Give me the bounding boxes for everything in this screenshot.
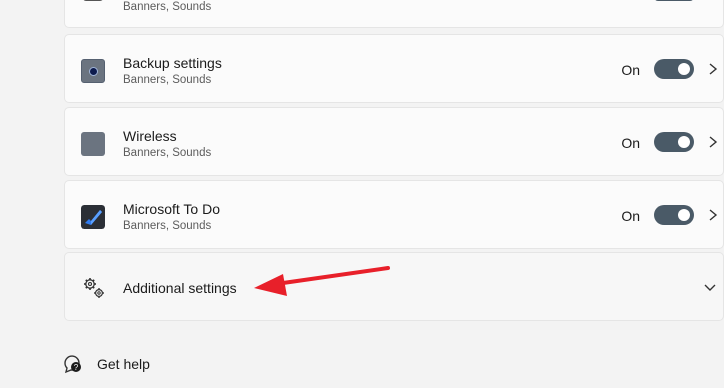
- toggle-state-label: On: [621, 135, 640, 151]
- additional-settings-label: Additional settings: [123, 280, 237, 296]
- toggle-switch[interactable]: [654, 59, 694, 79]
- chevron-right-icon[interactable]: [705, 130, 723, 154]
- toggle-switch[interactable]: [654, 0, 694, 1]
- gears-icon: [84, 278, 104, 298]
- app-subtitle: Banners, Sounds: [123, 1, 212, 13]
- svg-text:?: ?: [74, 363, 79, 372]
- notification-app-row-todo[interactable]: Microsoft To Do Banners, Sounds On: [64, 180, 724, 249]
- wireless-icon: [81, 132, 105, 156]
- app-icon-partial: [83, 0, 103, 1]
- toggle-switch[interactable]: [654, 205, 694, 225]
- notification-app-row-backup[interactable]: Backup settings Banners, Sounds On: [64, 34, 724, 103]
- app-subtitle: Banners, Sounds: [123, 220, 212, 232]
- help-chat-icon[interactable]: ?: [62, 354, 84, 374]
- notification-app-row-partial[interactable]: Banners, Sounds: [64, 0, 724, 28]
- toggle-knob: [678, 63, 690, 75]
- get-help-link[interactable]: Get help: [97, 356, 150, 372]
- chevron-right-icon[interactable]: [705, 203, 723, 227]
- chevron-down-icon[interactable]: [701, 279, 719, 297]
- app-title: Wireless: [123, 128, 177, 144]
- toggle-state-label: On: [621, 208, 640, 224]
- backup-icon: [81, 59, 105, 83]
- app-subtitle: Banners, Sounds: [123, 74, 212, 86]
- chevron-right-icon[interactable]: [705, 57, 723, 81]
- todo-check-icon: [81, 205, 105, 229]
- additional-settings-expander[interactable]: Additional settings: [64, 252, 724, 321]
- toggle-knob: [678, 209, 690, 221]
- app-title: Microsoft To Do: [123, 201, 220, 217]
- notification-app-row-wireless[interactable]: Wireless Banners, Sounds On: [64, 107, 724, 176]
- toggle-knob: [678, 136, 690, 148]
- toggle-switch[interactable]: [654, 132, 694, 152]
- app-subtitle: Banners, Sounds: [123, 147, 212, 159]
- app-title: Backup settings: [123, 55, 222, 71]
- toggle-state-label: On: [621, 62, 640, 78]
